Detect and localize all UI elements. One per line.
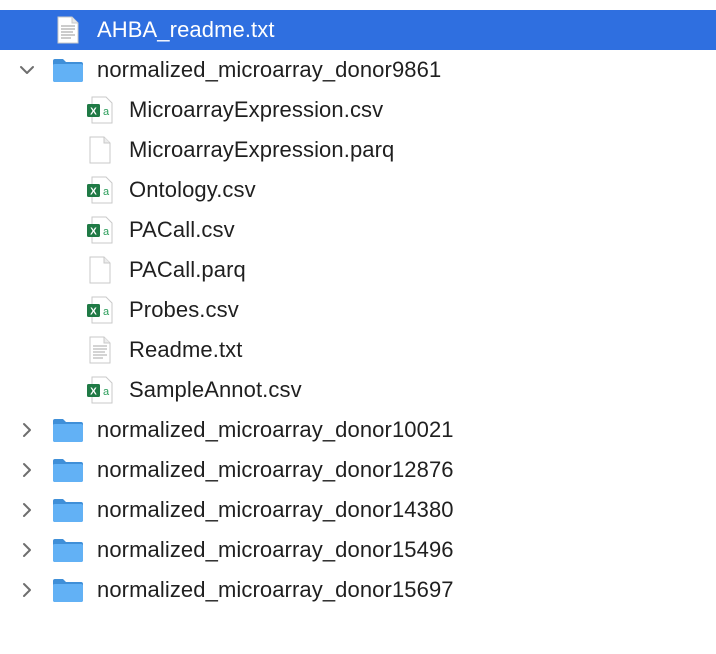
folder-icon: [52, 496, 84, 524]
file-name: Probes.csv: [129, 297, 239, 322]
folder-row-donor10021[interactable]: normalized_microarray_donor10021: [0, 410, 716, 450]
folder-name: normalized_microarray_donor15697: [97, 577, 454, 602]
svg-text:X: X: [90, 307, 97, 318]
blank-document-icon: [84, 136, 116, 164]
file-row[interactable]: PACall.parq: [0, 250, 716, 290]
svg-text:a: a: [103, 306, 110, 318]
file-row[interactable]: MicroarrayExpression.parq: [0, 130, 716, 170]
text-document-icon: [84, 336, 116, 364]
svg-text:X: X: [90, 187, 97, 198]
folder-icon: [52, 576, 84, 604]
folder-row-donor14380[interactable]: normalized_microarray_donor14380: [0, 490, 716, 530]
chevron-right-icon[interactable]: [18, 461, 36, 479]
folder-row-donor15697[interactable]: normalized_microarray_donor15697: [0, 570, 716, 610]
file-row-ahba-readme[interactable]: AHBA_readme.txt: [0, 10, 716, 50]
file-name: PACall.csv: [129, 217, 235, 242]
text-document-icon: [52, 16, 84, 44]
svg-text:X: X: [90, 107, 97, 118]
svg-text:a: a: [103, 386, 110, 398]
excel-csv-icon: X a: [84, 376, 116, 404]
folder-row-donor9861[interactable]: normalized_microarray_donor9861: [0, 50, 716, 90]
file-row[interactable]: X a SampleAnnot.csv: [0, 370, 716, 410]
folder-row-donor12876[interactable]: normalized_microarray_donor12876: [0, 450, 716, 490]
chevron-right-icon[interactable]: [18, 501, 36, 519]
folder-name: normalized_microarray_donor9861: [97, 57, 442, 82]
chevron-right-icon[interactable]: [18, 541, 36, 559]
folder-name: normalized_microarray_donor12876: [97, 457, 454, 482]
excel-csv-icon: X a: [84, 176, 116, 204]
excel-csv-icon: X a: [84, 216, 116, 244]
folder-row-donor15496[interactable]: normalized_microarray_donor15496: [0, 530, 716, 570]
folder-name: normalized_microarray_donor14380: [97, 497, 454, 522]
blank-document-icon: [84, 256, 116, 284]
excel-csv-icon: X a: [84, 296, 116, 324]
folder-icon: [52, 416, 84, 444]
file-row[interactable]: X a Probes.csv: [0, 290, 716, 330]
file-name: Readme.txt: [129, 337, 243, 362]
file-name: MicroarrayExpression.csv: [129, 97, 384, 122]
file-name: SampleAnnot.csv: [129, 377, 302, 402]
file-row[interactable]: X a MicroarrayExpression.csv: [0, 90, 716, 130]
folder-icon: [52, 456, 84, 484]
file-name: PACall.parq: [129, 257, 246, 282]
excel-csv-icon: X a: [84, 96, 116, 124]
folder-name: normalized_microarray_donor10021: [97, 417, 454, 442]
file-name: Ontology.csv: [129, 177, 256, 202]
svg-text:X: X: [90, 387, 97, 398]
folder-icon: [52, 536, 84, 564]
file-tree: AHBA_readme.txt normalized_microarray_do…: [0, 10, 716, 610]
chevron-right-icon[interactable]: [18, 581, 36, 599]
svg-text:a: a: [103, 186, 110, 198]
file-name: AHBA_readme.txt: [97, 17, 275, 42]
folder-icon: [52, 56, 84, 84]
file-row[interactable]: Readme.txt: [0, 330, 716, 370]
svg-text:a: a: [103, 106, 110, 118]
chevron-down-icon[interactable]: [18, 61, 36, 79]
svg-text:X: X: [90, 227, 97, 238]
file-row[interactable]: X a Ontology.csv: [0, 170, 716, 210]
file-name: MicroarrayExpression.parq: [129, 137, 395, 162]
folder-name: normalized_microarray_donor15496: [97, 537, 454, 562]
chevron-right-icon[interactable]: [18, 421, 36, 439]
file-row[interactable]: X a PACall.csv: [0, 210, 716, 250]
svg-text:a: a: [103, 226, 110, 238]
